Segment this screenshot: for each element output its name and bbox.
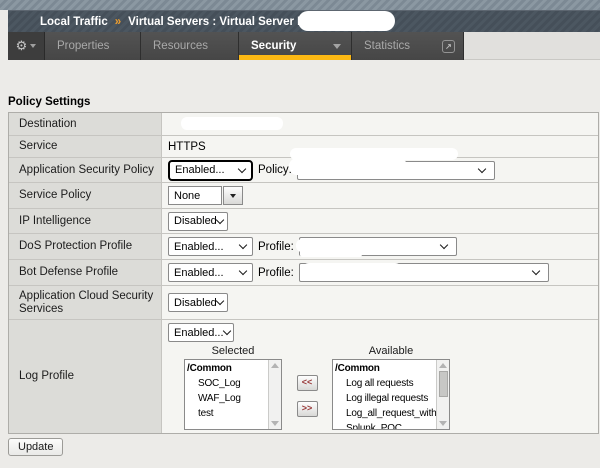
row-service-policy: Service Policy None — [9, 182, 598, 208]
service-policy-dropdown-button[interactable] — [223, 186, 243, 205]
policy-inline-label: Policy: — [258, 164, 292, 176]
list-item[interactable]: WAF_Log — [185, 391, 268, 406]
chevron-down-icon — [216, 215, 224, 223]
row-log-profile: Log Profile Enabled... Selected /Common … — [9, 319, 598, 433]
list-item[interactable]: /Common — [333, 361, 436, 376]
scrollbar[interactable] — [436, 360, 449, 429]
acss-select[interactable]: Disabled — [168, 293, 228, 312]
row-label: Service — [9, 136, 162, 157]
profile-inline-label: Profile: — [258, 241, 294, 253]
available-listbox[interactable]: /Common Log all requests Log illegal req… — [332, 359, 450, 430]
chevron-down-icon[interactable] — [333, 44, 341, 49]
ip-intelligence-select[interactable]: Disabled — [168, 212, 228, 231]
redaction — [289, 158, 407, 175]
selected-listbox[interactable]: /Common SOC_Log WAF_Log test — [184, 359, 282, 430]
transfer-buttons: << >> — [282, 360, 332, 431]
chevron-down-icon — [230, 194, 236, 198]
breadcrumb-page[interactable]: Virtual Servers : Virtual Server List — [128, 16, 317, 28]
service-policy-input[interactable]: None — [168, 186, 222, 205]
row-label: IP Intelligence — [9, 209, 162, 233]
update-button[interactable]: Update — [8, 438, 63, 456]
scrollbar[interactable] — [268, 360, 281, 429]
row-label: Service Policy — [9, 183, 162, 208]
row-label: Destination — [9, 113, 162, 135]
scrollbar-thumb[interactable] — [439, 371, 448, 397]
row-label: Log Profile — [9, 320, 162, 433]
row-label: Application Security Policy — [9, 158, 162, 182]
redaction — [181, 117, 283, 130]
chevron-down-icon — [440, 241, 448, 249]
breadcrumb-section[interactable]: Local Traffic — [40, 16, 108, 28]
scroll-up-icon[interactable] — [271, 363, 279, 368]
tab-resources[interactable]: Resources — [141, 32, 239, 60]
f5-security-page: Local Traffic » Virtual Servers : Virtua… — [0, 0, 600, 468]
tab-security[interactable]: Security — [239, 32, 352, 60]
ip-intelligence-value: Disabled — [174, 215, 217, 227]
move-to-available-button[interactable]: >> — [297, 401, 318, 417]
list-item[interactable]: Log_all_request_with_reponse — [333, 406, 436, 421]
active-tab-underline — [239, 55, 351, 60]
move-to-selected-button[interactable]: << — [297, 375, 318, 391]
gear-icon: ⚙ — [16, 32, 28, 60]
chevron-down-icon — [239, 241, 247, 249]
row-ip-intelligence: IP Intelligence Disabled — [9, 208, 598, 233]
row-label: Application Cloud Security Services — [9, 286, 162, 319]
row-label: DoS Protection Profile — [9, 234, 162, 259]
tab-properties[interactable]: Properties — [45, 32, 141, 60]
tab-bar-spacer — [464, 32, 600, 60]
page-title: Policy Settings — [8, 96, 90, 108]
acss-value: Disabled — [174, 297, 217, 309]
profile-inline-label: Profile: — [258, 267, 294, 279]
tab-statistics[interactable]: Statistics ↗ — [352, 32, 464, 60]
list-item[interactable]: Splunk_POC — [333, 421, 436, 429]
list-item[interactable]: test — [185, 406, 268, 421]
chevron-down-icon — [216, 297, 224, 305]
scroll-up-icon[interactable] — [439, 363, 447, 368]
list-item[interactable]: Log illegal requests — [333, 391, 436, 406]
redaction — [408, 268, 456, 274]
asp-state-select[interactable]: Enabled... — [168, 160, 253, 181]
chevron-down-icon — [222, 327, 230, 335]
tab-label: Statistics — [364, 33, 410, 60]
list-item[interactable]: /Common — [185, 361, 268, 376]
row-destination: Destination — [9, 113, 598, 135]
top-striped-banner — [0, 0, 600, 10]
list-item[interactable]: SOC_Log — [185, 376, 268, 391]
chevron-down-icon — [239, 267, 247, 275]
tab-label: Properties — [57, 33, 109, 60]
external-link-icon[interactable]: ↗ — [442, 40, 455, 53]
chevron-down-icon — [478, 164, 486, 172]
breadcrumb-separator-icon: » — [115, 16, 121, 28]
redaction — [296, 239, 388, 252]
bot-state-select[interactable]: Enabled... — [168, 263, 253, 282]
scroll-down-icon[interactable] — [271, 421, 279, 426]
row-application-cloud-security-services: Application Cloud Security Services Disa… — [9, 285, 598, 319]
list-item[interactable]: Log all requests — [333, 376, 436, 391]
tab-bar: ⚙ Properties Resources Security Statisti… — [8, 32, 600, 60]
redaction — [300, 252, 362, 257]
log-profile-dual-list: Selected /Common SOC_Log WAF_Log test — [184, 343, 450, 431]
selected-list-header: Selected — [184, 345, 282, 357]
bot-state-value: Enabled... — [174, 267, 224, 279]
available-list-header: Available — [332, 345, 450, 357]
redaction — [302, 263, 402, 278]
row-label: Bot Defense Profile — [9, 260, 162, 285]
scroll-down-icon[interactable] — [439, 421, 447, 426]
chevron-down-icon — [238, 164, 246, 172]
gear-menu-button[interactable]: ⚙ — [8, 32, 45, 60]
log-profile-state-select[interactable]: Enabled... — [168, 323, 234, 342]
chevron-down-icon — [30, 44, 36, 48]
tab-label: Resources — [153, 33, 208, 60]
chevron-down-icon — [532, 267, 540, 275]
dos-state-value: Enabled... — [174, 241, 224, 253]
asp-state-value: Enabled... — [175, 164, 225, 176]
log-profile-state-value: Enabled... — [174, 327, 224, 339]
redaction — [298, 11, 395, 31]
dos-state-select[interactable]: Enabled... — [168, 237, 253, 256]
